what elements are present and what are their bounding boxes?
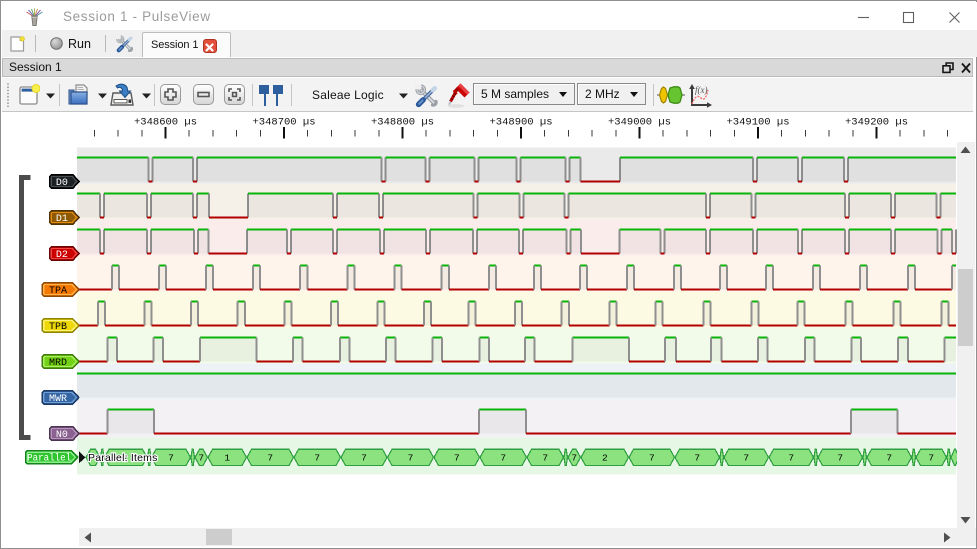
svg-text:TPA: TPA bbox=[49, 286, 67, 297]
svg-text:7: 7 bbox=[314, 453, 320, 464]
svg-text:7: 7 bbox=[743, 453, 749, 464]
svg-text:7: 7 bbox=[500, 453, 506, 464]
svg-text:2: 2 bbox=[602, 453, 608, 464]
svg-text:7: 7 bbox=[361, 453, 367, 464]
svg-text:+349100 µs: +349100 µs bbox=[726, 117, 789, 129]
svg-text:7: 7 bbox=[788, 453, 794, 464]
svg-text:7: 7 bbox=[928, 453, 934, 464]
svg-text:7: 7 bbox=[408, 453, 414, 464]
svg-text:N0: N0 bbox=[56, 430, 68, 441]
svg-text:7: 7 bbox=[267, 453, 273, 464]
svg-text:+348800 µs: +348800 µs bbox=[371, 117, 434, 129]
svg-text:+348900 µs: +348900 µs bbox=[489, 117, 552, 129]
svg-text:+348600 µs: +348600 µs bbox=[134, 117, 197, 129]
svg-text:D2: D2 bbox=[56, 250, 68, 261]
svg-text:7: 7 bbox=[886, 453, 892, 464]
svg-text:1: 1 bbox=[224, 453, 230, 464]
svg-text:+348700 µs: +348700 µs bbox=[252, 117, 315, 129]
svg-text:+349200 µs: +349200 µs bbox=[845, 117, 908, 129]
svg-text:7: 7 bbox=[542, 453, 548, 464]
svg-text:TPB: TPB bbox=[49, 322, 67, 333]
svg-text:7: 7 bbox=[694, 453, 700, 464]
svg-text:7: 7 bbox=[454, 453, 460, 464]
svg-text:f(x): f(x) bbox=[695, 85, 708, 95]
svg-text:7: 7 bbox=[837, 453, 843, 464]
svg-text:7: 7 bbox=[198, 453, 204, 464]
svg-text:+349000 µs: +349000 µs bbox=[608, 117, 671, 129]
svg-text:7: 7 bbox=[649, 453, 655, 464]
svg-text:MWR: MWR bbox=[49, 394, 67, 405]
svg-text:7: 7 bbox=[571, 453, 577, 464]
svg-text:D1: D1 bbox=[56, 214, 68, 225]
svg-text:Parallel: Items: Parallel: Items bbox=[88, 452, 158, 464]
svg-text:MRD: MRD bbox=[49, 358, 67, 369]
svg-text:D0: D0 bbox=[56, 178, 68, 189]
svg-text:7: 7 bbox=[168, 453, 174, 464]
svg-text:Parallel: Parallel bbox=[27, 453, 71, 465]
